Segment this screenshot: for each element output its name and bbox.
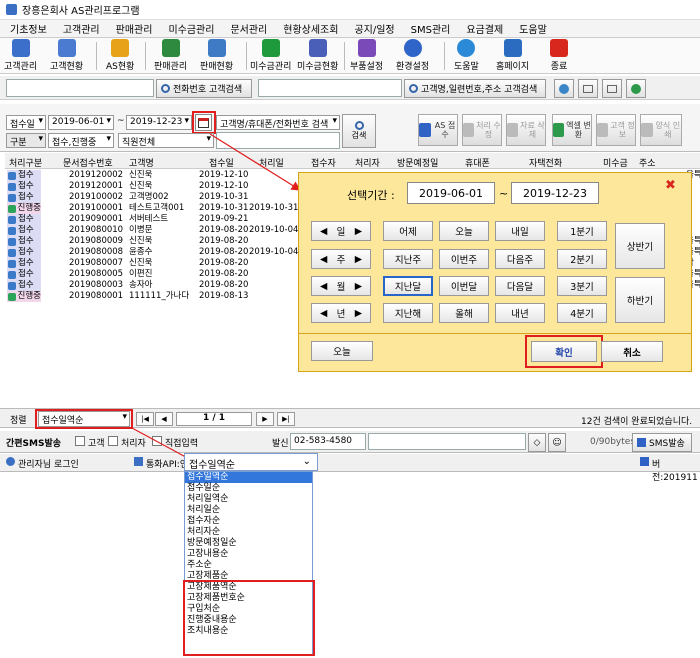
second-half-button[interactable]: 하반기 (615, 277, 665, 323)
day-step-button[interactable]: ◀ 일 ▶ (311, 221, 371, 241)
sort-option[interactable]: 주소순 (185, 560, 312, 571)
popup-date-from[interactable]: 2019-06-01 (407, 182, 495, 204)
next-month-button[interactable]: 다음달 (495, 276, 545, 296)
popup-today-button[interactable]: 오늘 (311, 341, 373, 361)
popup-divider (299, 333, 691, 334)
close-icon[interactable]: ✖ (665, 178, 676, 193)
last-week-button[interactable]: 지난주 (383, 249, 433, 269)
new-sort-options-highlight (183, 580, 315, 656)
month-step-button[interactable]: ◀ 월 ▶ (311, 276, 371, 296)
last-month-button[interactable]: 지난달 (383, 276, 433, 296)
this-week-button[interactable]: 이번주 (439, 249, 489, 269)
sort-option[interactable]: 처리일순 (185, 505, 312, 516)
sort-option[interactable]: 고장내용순 (185, 549, 312, 560)
next-year-button[interactable]: 내년 (495, 303, 545, 323)
sort-option[interactable]: 접수일역순 (185, 472, 312, 483)
ok-button[interactable]: 확인 (531, 341, 597, 362)
week-step-button[interactable]: ◀ 주 ▶ (311, 249, 371, 269)
popup-date-to[interactable]: 2019-12-23 (511, 182, 599, 204)
calendar-arrow (209, 133, 302, 191)
sort-option[interactable]: 처리일역순 (185, 494, 312, 505)
first-half-button[interactable]: 상반기 (615, 223, 665, 269)
today-quick-button[interactable]: 오늘 (439, 221, 489, 241)
sort-option[interactable]: 방문예정일순 (185, 538, 312, 549)
q1-button[interactable]: 1분기 (557, 221, 607, 241)
cancel-button[interactable]: 취소 (601, 341, 663, 362)
sort-option[interactable]: 접수자순 (185, 516, 312, 527)
sort-option[interactable]: 접수일순 (185, 483, 312, 494)
this-year-button[interactable]: 올해 (439, 303, 489, 323)
yesterday-button[interactable]: 어제 (383, 221, 433, 241)
next-week-button[interactable]: 다음주 (495, 249, 545, 269)
sort-dropdown-header[interactable]: 접수일역순 ⌄ (184, 453, 318, 471)
q2-button[interactable]: 2분기 (557, 249, 607, 269)
q3-button[interactable]: 3분기 (557, 276, 607, 296)
tomorrow-button[interactable]: 내일 (495, 221, 545, 241)
date-range-popup: 선택기간 : 2019-06-01 ~ 2019-12-23 ✖ ◀ 일 ▶ ◀ 주 ▶… (298, 172, 692, 372)
this-month-button[interactable]: 이번달 (439, 276, 489, 296)
last-year-button[interactable]: 지난해 (383, 303, 433, 323)
chevron-down-icon: ⌄ (302, 456, 311, 467)
sort-option[interactable]: 처리자순 (185, 527, 312, 538)
year-step-button[interactable]: ◀ 년 ▶ (311, 303, 371, 323)
q4-button[interactable]: 4분기 (557, 303, 607, 323)
